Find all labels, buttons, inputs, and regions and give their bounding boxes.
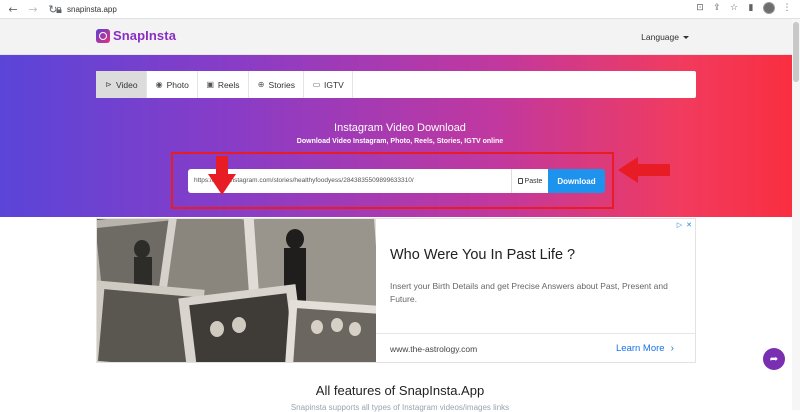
language-label: Language (641, 32, 679, 42)
url-input[interactable]: https://www.instagram.com/stories/health… (188, 169, 511, 193)
clipboard-icon (517, 178, 523, 184)
tab-igtv-label: IGTV (324, 79, 344, 90)
tab-photo[interactable]: ◉ Photo (147, 71, 198, 98)
caret-down-icon (683, 35, 689, 39)
reels-icon: ▣ (206, 80, 215, 89)
url-text: snapinsta.app (67, 5, 117, 14)
download-button[interactable]: Download (548, 169, 605, 193)
page-subtitle: Download Video Instagram, Photo, Reels, … (296, 138, 504, 145)
tv-icon: ▭ (312, 80, 321, 89)
download-type-tabs: ⊳ Video ◉ Photo ▣ Reels ⊕ Stories ▭ IGTV (96, 71, 696, 98)
tab-reels-label: Reels (217, 79, 240, 90)
language-dropdown[interactable]: Language (641, 32, 689, 42)
advertisement[interactable]: ▷ ✕ Who Were You In Past Life ? Insert y… (96, 218, 696, 363)
tab-photo-label: Photo (166, 79, 189, 90)
sidebar-icon[interactable]: ▮ (746, 3, 756, 13)
google-lens-icon[interactable]: ⊡ (695, 3, 705, 13)
stories-icon: ⊕ (257, 80, 265, 89)
logo-icon (96, 28, 110, 43)
tab-reels[interactable]: ▣ Reels (198, 71, 249, 98)
tab-video-label: Video (116, 79, 138, 90)
arrow-left-annotation (618, 157, 670, 183)
tab-stories-label: Stories (268, 79, 296, 90)
chevron-right-icon: › (670, 343, 674, 354)
back-icon[interactable]: ← (6, 2, 20, 16)
ad-learn-more[interactable]: Learn More › (616, 343, 674, 354)
ad-url[interactable]: www.the-astrology.com (390, 344, 477, 354)
share-icon[interactable]: ⇪ (712, 3, 722, 13)
logo[interactable]: SnapInsta (96, 28, 176, 43)
site-header: SnapInsta Language (0, 19, 800, 55)
ad-cta-label: Learn More (616, 343, 665, 354)
menu-icon[interactable]: ⋮ (782, 3, 792, 13)
features-heading: All features of SnapInsta.App (315, 383, 485, 398)
page-title: Instagram Video Download (334, 122, 466, 134)
ad-choices[interactable]: ▷ ✕ (677, 221, 692, 229)
video-icon: ⊳ (105, 80, 112, 89)
hero-section: ⊳ Video ◉ Photo ▣ Reels ⊕ Stories ▭ IGTV… (0, 55, 800, 217)
profile-avatar[interactable] (763, 2, 775, 14)
tab-stories[interactable]: ⊕ Stories (249, 71, 305, 98)
scrollbar-thumb[interactable] (793, 22, 799, 82)
brand-name: SnapInsta (113, 28, 177, 43)
adchoices-icon[interactable]: ▷ (677, 221, 682, 229)
address-bar[interactable]: snapinsta.app (56, 3, 117, 16)
bookmark-star-icon[interactable]: ☆ (729, 3, 739, 13)
share-arrow-icon: ➦ (769, 353, 779, 365)
close-icon[interactable]: ✕ (686, 221, 692, 229)
share-button[interactable]: ➦ (763, 348, 785, 370)
tab-igtv[interactable]: ▭ IGTV (304, 71, 353, 98)
ad-image (97, 219, 376, 362)
paste-label: Paste (524, 177, 543, 185)
browser-toolbar: ← → ↻ snapinsta.app ⊡ ⇪ ☆ ▮ ⋮ (0, 0, 800, 19)
ad-body: Insert your Birth Details and get Precis… (390, 281, 668, 304)
lock-icon (56, 6, 62, 13)
tab-video[interactable]: ⊳ Video (96, 71, 147, 98)
ad-divider (376, 333, 695, 334)
forward-icon[interactable]: → (26, 2, 40, 16)
paste-button[interactable]: Paste (511, 169, 548, 193)
features-subheading: Snapinsta supports all types of Instagra… (290, 403, 510, 412)
arrow-down-annotation (208, 156, 236, 195)
camera-icon: ◉ (155, 80, 163, 89)
ad-headline[interactable]: Who Were You In Past Life ? (390, 247, 575, 263)
